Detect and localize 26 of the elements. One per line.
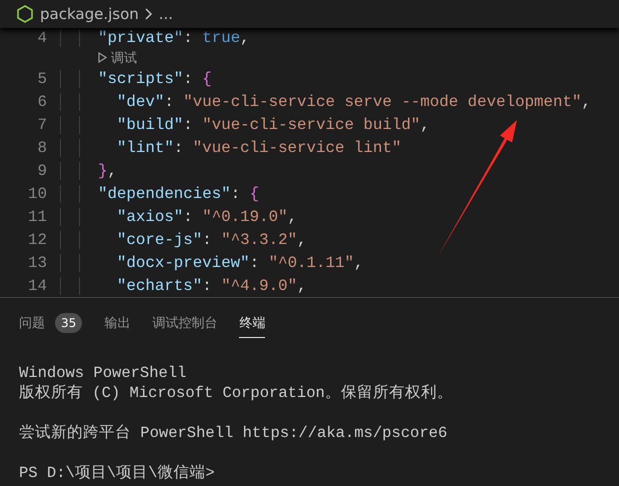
terminal-line: PS D:\项目\项目\微信端>: [19, 463, 215, 483]
panel-tab[interactable]: 问题 35: [19, 308, 82, 338]
panel-tab[interactable]: 终端: [239, 308, 266, 338]
line-number: 6: [36, 92, 47, 110]
line-number: 13: [27, 254, 47, 272]
count-badge: 35: [55, 312, 82, 332]
line-number: 12: [27, 230, 47, 248]
breadcrumb-item[interactable]: package.json: [40, 5, 139, 23]
chevron-icon: [144, 8, 153, 20]
line-number: 8: [36, 138, 47, 156]
line-number: 7: [36, 116, 47, 134]
line-number: 9: [36, 162, 47, 180]
line-number: 5: [36, 70, 47, 88]
terminal-line: 版权所有 (C) Microsoft Corporation。保留所有权利。: [19, 383, 453, 403]
line-number: 4: [36, 29, 47, 47]
hexagon-icon: [16, 5, 34, 23]
panel-tab[interactable]: 输出: [104, 308, 130, 338]
line-number: 14: [27, 276, 47, 294]
terminal-line: 尝试新的跨平台 PowerShell https://aka.ms/pscore6: [19, 423, 448, 443]
terminal-line: Windows PowerShell: [19, 363, 186, 383]
codelens-link[interactable]: 调试: [111, 48, 137, 66]
line-number: 11: [27, 208, 47, 226]
breadcrumb-more[interactable]: ...: [158, 5, 174, 23]
play-icon: [98, 52, 107, 63]
line-number: 10: [27, 184, 47, 202]
panel-tab[interactable]: 调试控制台: [152, 308, 218, 338]
